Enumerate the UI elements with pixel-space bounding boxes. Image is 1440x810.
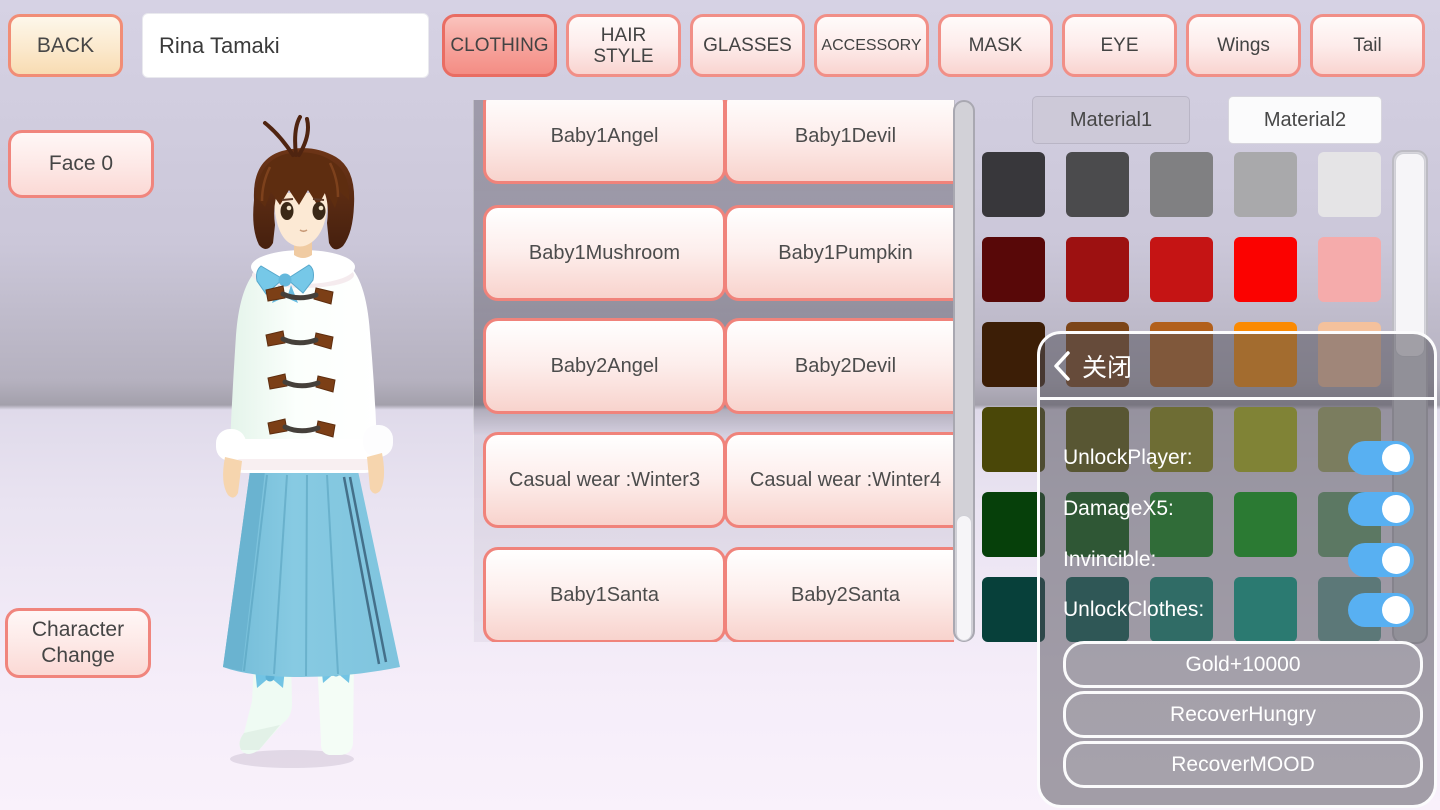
color-swatch[interactable] <box>1234 152 1297 217</box>
color-swatch[interactable] <box>1150 152 1213 217</box>
clothing-item-button[interactable]: Baby1Angel <box>483 100 726 184</box>
close-label[interactable]: 关闭 <box>1082 348 1132 384</box>
tab-glasses[interactable]: GLASSES <box>690 14 805 77</box>
clothing-item-button[interactable]: Baby2Devil <box>724 318 955 414</box>
clothing-item-button[interactable]: Baby2Santa <box>724 547 955 642</box>
color-swatch[interactable] <box>982 322 1045 387</box>
color-swatch[interactable] <box>982 577 1045 642</box>
color-swatch[interactable] <box>1066 152 1129 217</box>
damagex5-toggle[interactable] <box>1348 492 1414 526</box>
color-swatch[interactable] <box>1150 237 1213 302</box>
tab-hair-style[interactable]: HAIR STYLE <box>566 14 681 77</box>
clothing-item-button[interactable]: Baby2Angel <box>483 318 726 414</box>
toggle-knob <box>1382 596 1410 624</box>
toggle-knob <box>1382 444 1410 472</box>
mod-menu-panel: 关闭 UnlockPlayer: DamageX5: Invincible: U… <box>1037 331 1437 808</box>
invincible-toggle[interactable] <box>1348 543 1414 577</box>
unlockclothes-label: UnlockClothes: <box>1063 598 1204 622</box>
mod-menu-header[interactable]: 关闭 <box>1040 334 1434 400</box>
unlockclothes-toggle[interactable] <box>1348 593 1414 627</box>
tab-mask[interactable]: MASK <box>938 14 1053 77</box>
color-swatch[interactable] <box>982 237 1045 302</box>
clothing-item-button[interactable]: Baby1Devil <box>724 100 955 184</box>
color-swatch[interactable] <box>982 492 1045 557</box>
recover-hungry-button[interactable]: RecoverHungry <box>1063 691 1423 738</box>
color-swatch[interactable] <box>1234 237 1297 302</box>
character-name-input[interactable] <box>142 13 429 78</box>
gold-button[interactable]: Gold+10000 <box>1063 641 1423 688</box>
toggle-knob <box>1382 495 1410 523</box>
back-chevron-icon <box>1052 350 1072 382</box>
color-swatch[interactable] <box>1318 152 1381 217</box>
palette-scroll-thumb[interactable] <box>1395 153 1425 357</box>
mod-row-unlockclothes: UnlockClothes: <box>1063 592 1414 628</box>
character-customization-screen: BACK CLOTHING HAIR STYLE GLASSES ACCESSO… <box>0 0 1440 810</box>
back-button[interactable]: BACK <box>8 14 123 77</box>
mod-row-unlockplayer: UnlockPlayer: <box>1063 440 1414 476</box>
damagex5-label: DamageX5: <box>1063 497 1174 521</box>
clothing-item-button[interactable]: Baby1Mushroom <box>483 205 726 301</box>
tab-material2[interactable]: Material2 <box>1228 96 1382 144</box>
clothing-item-button[interactable]: Casual wear :Winter4 <box>724 432 955 528</box>
invincible-label: Invincible: <box>1063 548 1156 572</box>
tab-wings[interactable]: Wings <box>1186 14 1301 77</box>
clothing-item-button[interactable]: Casual wear :Winter3 <box>483 432 726 528</box>
mod-row-invincible: Invincible: <box>1063 542 1414 578</box>
tab-accessory[interactable]: ACCESSORY <box>814 14 929 77</box>
mod-row-damagex5: DamageX5: <box>1063 491 1414 527</box>
clothing-list-scrollbar[interactable] <box>953 100 975 642</box>
unlockplayer-toggle[interactable] <box>1348 441 1414 475</box>
face-button[interactable]: Face 0 <box>8 130 154 198</box>
tab-material1[interactable]: Material1 <box>1032 96 1190 144</box>
tab-tail[interactable]: Tail <box>1310 14 1425 77</box>
clothing-item-button[interactable]: Baby1Santa <box>483 547 726 642</box>
color-swatch[interactable] <box>1066 237 1129 302</box>
character-change-button[interactable]: Character Change <box>5 608 151 678</box>
color-swatch[interactable] <box>1318 237 1381 302</box>
unlockplayer-label: UnlockPlayer: <box>1063 446 1193 470</box>
tab-eye[interactable]: EYE <box>1062 14 1177 77</box>
tab-clothing[interactable]: CLOTHING <box>442 14 557 77</box>
clothing-list-scroll-thumb[interactable] <box>956 515 972 641</box>
clothing-item-button[interactable]: Baby1Pumpkin <box>724 205 955 301</box>
clothing-list-panel: Baby1Angel Baby1Devil Baby1Mushroom Baby… <box>473 100 955 642</box>
color-swatch[interactable] <box>982 407 1045 472</box>
character-preview <box>170 105 430 775</box>
color-swatch[interactable] <box>982 152 1045 217</box>
toggle-knob <box>1382 546 1410 574</box>
recover-mood-button[interactable]: RecoverMOOD <box>1063 741 1423 788</box>
